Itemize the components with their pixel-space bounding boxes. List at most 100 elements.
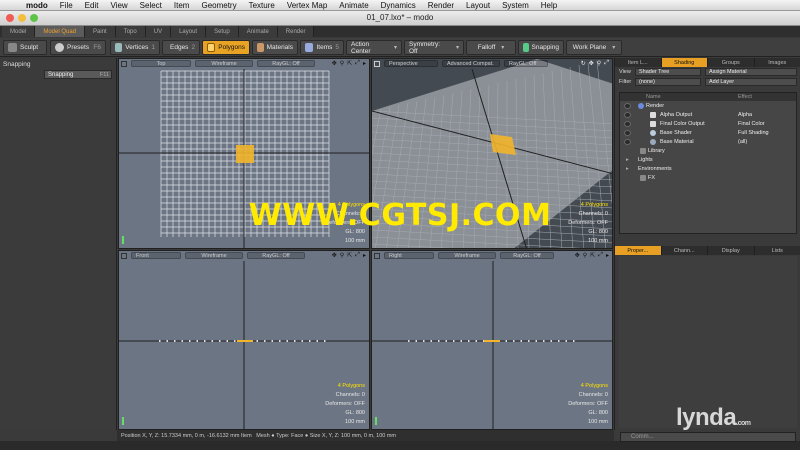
- sculpt-button[interactable]: Sculpt: [3, 40, 47, 55]
- tree-row-final-color-output[interactable]: Final Color Output Final Color: [620, 120, 796, 129]
- polygons-mode-button[interactable]: Polygons: [202, 40, 250, 55]
- snapping-toggle[interactable]: Snapping F11: [44, 70, 112, 79]
- fit-icon[interactable]: ⇱: [590, 252, 595, 259]
- tab-channels[interactable]: Chann...: [662, 246, 708, 255]
- menu-dynamics[interactable]: Dynamics: [375, 1, 422, 10]
- maximize-icon[interactable]: ⤢: [355, 60, 360, 67]
- menu-system[interactable]: System: [496, 1, 535, 10]
- view-type-dropdown[interactable]: Front: [131, 252, 181, 259]
- fit-icon[interactable]: ⇱: [347, 60, 352, 67]
- visibility-eye-icon[interactable]: [624, 121, 631, 127]
- viewport-menu-icon[interactable]: [121, 252, 127, 259]
- shading-dropdown[interactable]: Wireframe: [185, 252, 243, 259]
- maximize-icon[interactable]: ⤢: [604, 60, 609, 67]
- menu-file[interactable]: File: [54, 1, 79, 10]
- tab-render[interactable]: Render: [277, 26, 315, 37]
- pan-icon[interactable]: ✥: [332, 252, 337, 259]
- zoom-icon[interactable]: ⚲: [583, 252, 587, 259]
- menu-vertex-map[interactable]: Vertex Map: [281, 1, 333, 10]
- zoom-icon[interactable]: ⚲: [340, 252, 344, 259]
- shading-dropdown[interactable]: Wireframe: [195, 60, 253, 67]
- raygl-dropdown[interactable]: RayGL: Off: [247, 252, 305, 259]
- view-type-dropdown[interactable]: Top: [131, 60, 191, 67]
- orbit-icon[interactable]: ↻: [581, 60, 586, 67]
- tab-model-quad[interactable]: Model Quad: [35, 26, 86, 37]
- tree-row-environments[interactable]: ▸ Environments: [620, 165, 796, 174]
- symmetry-dropdown[interactable]: Symmetry: Off: [404, 40, 464, 55]
- expand-icon[interactable]: ▸: [606, 252, 609, 259]
- tab-model[interactable]: Model: [2, 26, 36, 37]
- tab-images[interactable]: Images: [755, 58, 800, 67]
- view-type-dropdown[interactable]: Perspective: [384, 60, 438, 67]
- falloff-dropdown[interactable]: Falloff: [466, 40, 516, 55]
- tree-row-lights[interactable]: ▸ Lights: [620, 156, 796, 165]
- zoom-icon[interactable]: ⚲: [340, 60, 344, 67]
- visibility-eye-icon[interactable]: [624, 130, 631, 136]
- items-mode-button[interactable]: Items 5: [300, 40, 344, 55]
- fit-icon[interactable]: ⇱: [347, 252, 352, 259]
- tab-animate[interactable]: Animate: [238, 26, 278, 37]
- menu-animate[interactable]: Animate: [333, 1, 374, 10]
- tab-layout[interactable]: Layout: [171, 26, 207, 37]
- add-layer-dropdown[interactable]: Add Layer: [705, 78, 797, 86]
- menu-item[interactable]: Item: [168, 1, 196, 10]
- tree-row-render[interactable]: Render: [620, 102, 796, 111]
- snapping-button[interactable]: Snapping: [518, 40, 564, 55]
- presets-button[interactable]: Presets F6: [50, 40, 106, 55]
- menu-render[interactable]: Render: [422, 1, 460, 10]
- tab-display[interactable]: Display: [708, 246, 755, 255]
- tab-lists[interactable]: Lists: [755, 246, 800, 255]
- viewport-menu-icon[interactable]: [374, 60, 380, 67]
- snapping-header[interactable]: Snapping: [3, 61, 30, 68]
- tree-row-alpha-output[interactable]: Alpha Output Alpha: [620, 111, 796, 120]
- action-center-dropdown[interactable]: Action Center: [346, 40, 402, 55]
- menu-edit[interactable]: Edit: [79, 1, 105, 10]
- tab-topo[interactable]: Topo: [115, 26, 146, 37]
- tab-shading[interactable]: Shading: [661, 58, 708, 67]
- vertices-mode-button[interactable]: Vertices 1: [110, 40, 160, 55]
- visibility-eye-icon[interactable]: [624, 103, 631, 109]
- tab-paint[interactable]: Paint: [85, 26, 116, 37]
- menu-help[interactable]: Help: [535, 1, 563, 10]
- viewport-menu-icon[interactable]: [121, 60, 127, 67]
- raygl-dropdown[interactable]: RayGL: Off: [500, 252, 554, 259]
- tree-row-base-material[interactable]: Base Material (all): [620, 138, 796, 147]
- visibility-eye-icon[interactable]: [624, 139, 631, 145]
- maximize-icon[interactable]: ⤢: [598, 252, 603, 259]
- maximize-icon[interactable]: ⤢: [355, 252, 360, 259]
- pan-icon[interactable]: ✥: [332, 60, 337, 67]
- filter-dropdown[interactable]: (none): [635, 78, 701, 86]
- tab-item-list[interactable]: Item L...: [615, 58, 662, 67]
- view-type-dropdown[interactable]: Right: [384, 252, 434, 259]
- viewport-front[interactable]: Front Wireframe RayGL: Off ✥ ⚲ ⇱ ⤢ ▸ 4 P…: [118, 250, 370, 430]
- tree-row-base-shader[interactable]: Base Shader Full Shading: [620, 129, 796, 138]
- menu-select[interactable]: Select: [134, 1, 168, 10]
- tab-setup[interactable]: Setup: [206, 26, 239, 37]
- shading-dropdown[interactable]: Advanced Compat.: [442, 60, 500, 67]
- raygl-dropdown[interactable]: RayGL: Off: [504, 60, 548, 67]
- selected-polygons[interactable]: [236, 145, 254, 163]
- expand-icon[interactable]: ▸: [363, 60, 366, 67]
- tab-groups[interactable]: Groups: [708, 58, 755, 67]
- work-plane-dropdown[interactable]: Work Plane: [566, 40, 622, 55]
- assign-material-button[interactable]: Assign Material: [705, 68, 797, 76]
- tree-row-fx[interactable]: FX: [620, 174, 796, 183]
- pan-icon[interactable]: ✥: [589, 60, 594, 67]
- pan-icon[interactable]: ✥: [575, 252, 580, 259]
- shading-dropdown[interactable]: Wireframe: [438, 252, 496, 259]
- edges-mode-button[interactable]: Edges 2: [162, 40, 200, 55]
- expand-arrow-icon[interactable]: ▸: [626, 157, 629, 163]
- viewport-right[interactable]: Right Wireframe RayGL: Off ✥ ⚲ ⇱ ⤢ ▸ 4 P…: [371, 250, 613, 430]
- menu-texture[interactable]: Texture: [243, 1, 281, 10]
- zoom-icon[interactable]: ⚲: [597, 60, 601, 67]
- menu-geometry[interactable]: Geometry: [195, 1, 242, 10]
- menu-view[interactable]: View: [104, 1, 133, 10]
- expand-icon[interactable]: ▸: [363, 252, 366, 259]
- tab-uv[interactable]: UV: [145, 26, 172, 37]
- tab-properties[interactable]: Proper...: [615, 246, 662, 255]
- expand-arrow-icon[interactable]: ▸: [626, 166, 629, 172]
- viewport-menu-icon[interactable]: [374, 252, 380, 259]
- raygl-dropdown[interactable]: RayGL: Off: [257, 60, 315, 67]
- command-input[interactable]: Comm...: [620, 432, 796, 442]
- menu-layout[interactable]: Layout: [460, 1, 496, 10]
